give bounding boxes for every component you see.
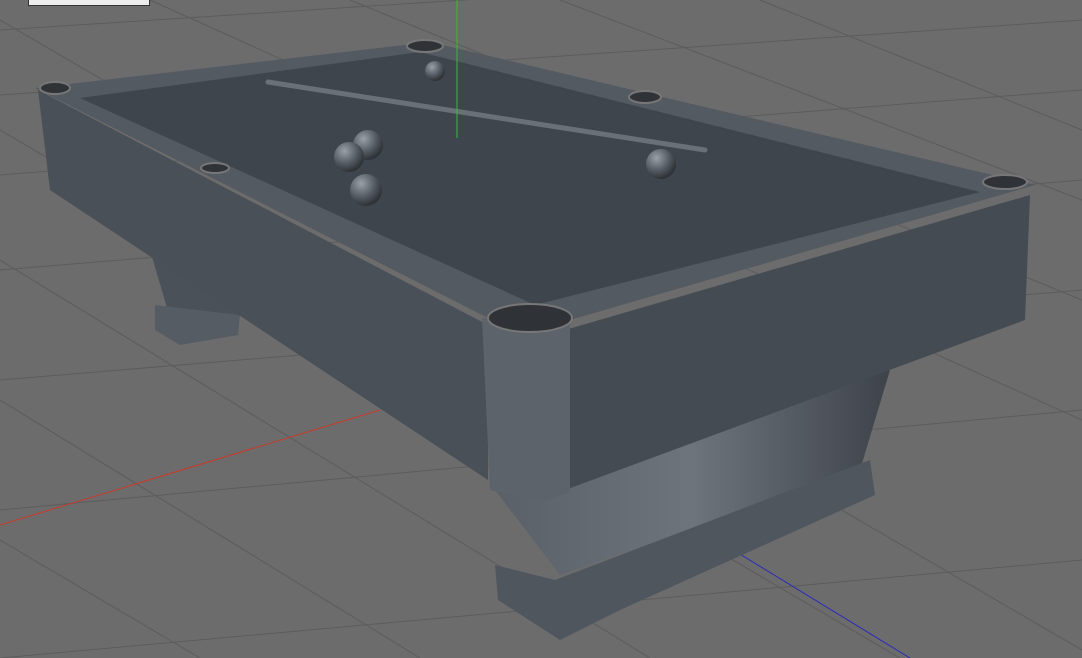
viewport-scene [0,0,1082,658]
z-axis-line [724,544,911,658]
3d-viewport[interactable] [0,0,1082,658]
pool-table[interactable] [35,39,1035,640]
x-axis-line [0,409,381,526]
viewport-camera-label[interactable] [28,0,150,6]
table-corner [482,318,570,502]
